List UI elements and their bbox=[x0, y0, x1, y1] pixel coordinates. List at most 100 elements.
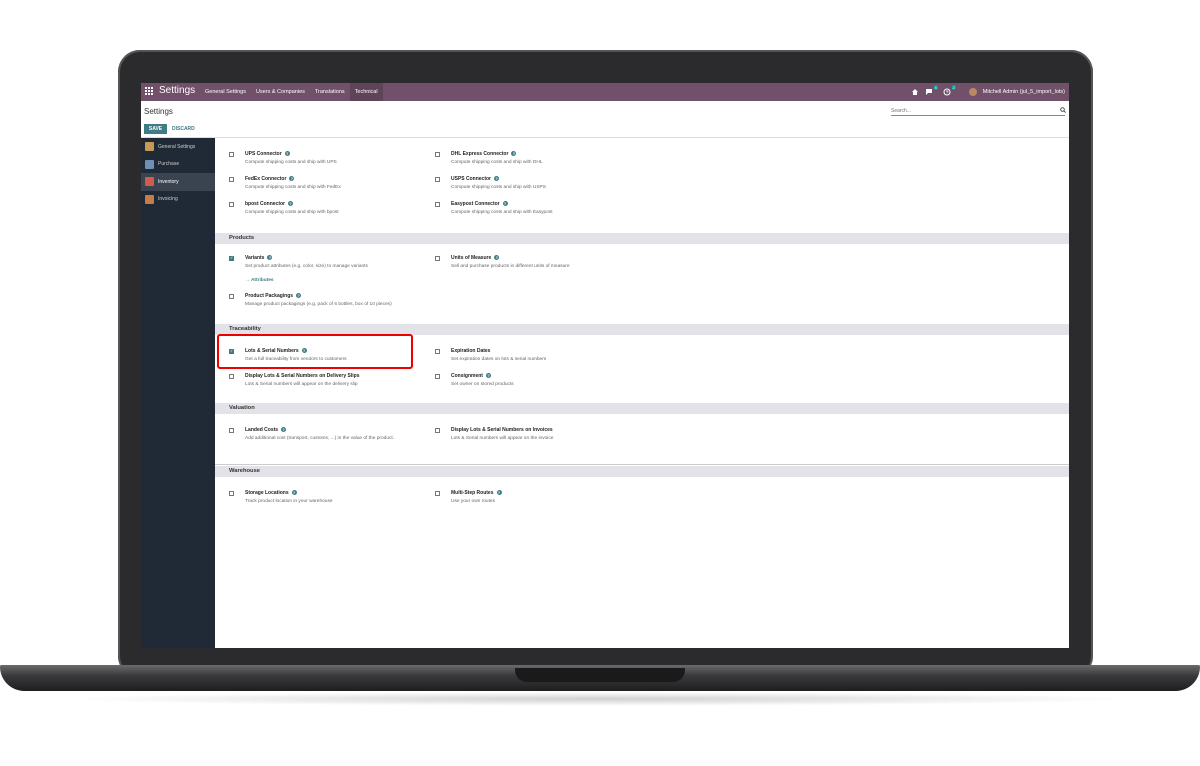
laptop-notch bbox=[515, 668, 685, 682]
setting-title: Multi-Step Routes bbox=[451, 490, 494, 496]
setting-description: Compute shipping costs and ship with UPS bbox=[245, 160, 337, 165]
help-icon[interactable]: ? bbox=[281, 427, 287, 433]
setting-description: Compute shipping costs and ship with USP… bbox=[451, 185, 546, 190]
sidebar-item-label: Purchase bbox=[158, 161, 180, 168]
sidebar-item-invoicing[interactable]: Invoicing bbox=[141, 191, 215, 209]
page-title: Settings bbox=[144, 107, 173, 116]
help-icon[interactable]: ? bbox=[496, 490, 502, 496]
activity-clock-icon[interactable]: 2 bbox=[943, 85, 956, 96]
activities-badge: 2 bbox=[951, 85, 956, 90]
ups-connector-checkbox[interactable] bbox=[229, 152, 234, 157]
systray: 4 2 Mitchell Admin (jul_5_import_lots) bbox=[911, 83, 1065, 101]
sidebar-item-label: Invoicing bbox=[158, 196, 178, 203]
laptop-shadow bbox=[60, 692, 1140, 706]
delivery-slips-checkbox[interactable] bbox=[229, 374, 234, 379]
setting-title: Units of Measure bbox=[451, 255, 492, 261]
attributes-link-label: Attributes bbox=[250, 278, 274, 283]
setting-title: Landed Costs bbox=[245, 427, 279, 433]
sidebar-item-inventory[interactable]: Inventory bbox=[141, 173, 215, 191]
user-menu[interactable]: Mitchell Admin (jul_5_import_lots) bbox=[983, 89, 1065, 95]
setting-description: Set product attributes (e.g. color, size… bbox=[245, 264, 368, 269]
setting-description: Use your own routes bbox=[451, 499, 495, 504]
help-icon[interactable]: ? bbox=[502, 201, 508, 207]
help-icon[interactable]: ? bbox=[296, 293, 302, 299]
purchase-icon bbox=[145, 159, 154, 169]
bpost-connector-checkbox[interactable] bbox=[229, 202, 234, 207]
help-icon[interactable]: ? bbox=[494, 255, 500, 261]
menu-technical[interactable]: Technical bbox=[349, 83, 383, 101]
setting-description: Set expiration dates on lots & serial nu… bbox=[451, 357, 547, 362]
setting-description: Compute shipping costs and ship with Fed… bbox=[245, 185, 341, 190]
fedex-connector-checkbox[interactable] bbox=[229, 177, 234, 182]
highlight-box bbox=[217, 334, 413, 369]
home-icon[interactable] bbox=[911, 88, 919, 96]
sidebar-item-general-settings[interactable]: General Settings bbox=[141, 138, 215, 156]
setting-title: Variants bbox=[245, 255, 265, 261]
help-icon[interactable]: ? bbox=[289, 176, 295, 182]
help-icon[interactable]: ? bbox=[485, 373, 491, 379]
menu-translations[interactable]: Translations bbox=[310, 83, 350, 101]
expiration-checkbox[interactable] bbox=[435, 349, 440, 354]
consignment-checkbox[interactable] bbox=[435, 374, 440, 379]
apps-menu-icon[interactable] bbox=[145, 87, 154, 96]
sidebar-item-label: Inventory bbox=[158, 178, 179, 185]
setting-description: Compute shipping costs and ship with Eas… bbox=[451, 210, 553, 215]
search-input[interactable] bbox=[891, 107, 1065, 116]
setting-title: Easypost Connector bbox=[451, 201, 500, 207]
top-menu: General Settings Users & Companies Trans… bbox=[200, 83, 383, 101]
help-icon[interactable]: ? bbox=[288, 201, 293, 207]
setting-title: USPS Connector bbox=[451, 176, 492, 182]
help-icon[interactable]: ? bbox=[494, 176, 500, 182]
setting-description: Compute shipping costs and ship with bpo… bbox=[245, 210, 339, 215]
discard-button[interactable]: DISCARD bbox=[172, 124, 195, 134]
dhl-connector-checkbox[interactable] bbox=[435, 152, 440, 157]
setting-description: Compute shipping costs and ship with DHL bbox=[451, 160, 543, 165]
top-navbar: Settings General Settings Users & Compan… bbox=[141, 83, 1069, 101]
inventory-settings-panel: UPS Connector? Compute shipping costs an… bbox=[215, 138, 1069, 504]
variants-checkbox[interactable] bbox=[229, 255, 234, 261]
menu-users-companies[interactable]: Users & Companies bbox=[251, 83, 310, 101]
setting-title: Display Lots & Serial Numbers on Invoice… bbox=[451, 427, 553, 433]
setting-title: Expiration Dates bbox=[451, 348, 491, 354]
invoices-checkbox[interactable] bbox=[435, 428, 440, 433]
attributes-link[interactable]: → Attributes bbox=[245, 278, 274, 283]
messages-badge: 4 bbox=[933, 85, 938, 90]
help-icon[interactable]: ? bbox=[284, 151, 290, 157]
setting-title: Consignment bbox=[451, 373, 483, 379]
setting-title: DHL Express Connector bbox=[451, 151, 509, 157]
section-header-products: Products bbox=[215, 233, 1069, 244]
setting-title: UPS Connector bbox=[245, 151, 282, 157]
save-button[interactable]: SAVE bbox=[144, 124, 167, 134]
setting-description: Set owner on stored products bbox=[451, 382, 514, 387]
setting-title: Storage Locations bbox=[245, 490, 289, 496]
multi-step-routes-checkbox[interactable] bbox=[435, 491, 440, 496]
setting-title: FedEx Connector bbox=[245, 176, 287, 182]
settings-sidebar: General Settings Purchase Inventory Invo… bbox=[141, 138, 215, 648]
setting-title: Product Packagings bbox=[245, 293, 294, 299]
packagings-checkbox[interactable] bbox=[229, 294, 234, 299]
help-icon[interactable]: ? bbox=[267, 255, 273, 261]
easypost-connector-checkbox[interactable] bbox=[435, 202, 440, 207]
sidebar-item-purchase[interactable]: Purchase bbox=[141, 156, 215, 174]
messages-icon[interactable]: 4 bbox=[925, 85, 938, 96]
storage-locations-checkbox[interactable] bbox=[229, 491, 234, 496]
setting-description: Lots & Serial numbers will appear on the… bbox=[245, 382, 358, 387]
general-settings-icon bbox=[145, 142, 154, 152]
setting-description: Lots & Serial numbers will appear on the… bbox=[451, 436, 554, 441]
help-icon[interactable]: ? bbox=[291, 490, 297, 496]
setting-description: Add additional cost (transport, customs,… bbox=[245, 436, 395, 441]
section-header-warehouse: Warehouse bbox=[215, 466, 1069, 477]
setting-description: Track product location in your warehouse bbox=[245, 499, 333, 504]
sidebar-item-label: General Settings bbox=[158, 143, 196, 150]
setting-description: Manage product packagings (e.g. pack of … bbox=[245, 302, 392, 307]
landed-costs-checkbox[interactable] bbox=[229, 428, 234, 433]
setting-description: Sell and purchase products in different … bbox=[451, 264, 570, 269]
avatar[interactable] bbox=[968, 88, 977, 96]
uom-checkbox[interactable] bbox=[435, 256, 440, 261]
control-panel: Settings SAVE DISCARD bbox=[141, 101, 1069, 138]
menu-general-settings[interactable]: General Settings bbox=[200, 83, 251, 101]
usps-connector-checkbox[interactable] bbox=[435, 177, 440, 182]
app-title: Settings bbox=[159, 85, 196, 96]
search-icon[interactable] bbox=[1060, 107, 1066, 115]
help-icon[interactable]: ? bbox=[511, 151, 517, 157]
